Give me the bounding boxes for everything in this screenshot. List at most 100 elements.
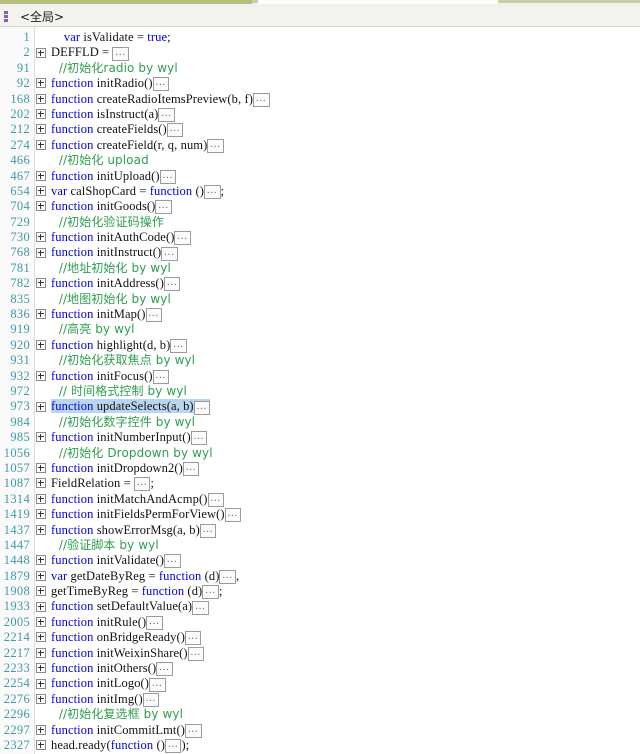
code-line[interactable]: function initFocus()... (48, 369, 640, 384)
collapsed-block-placeholder[interactable]: ... (207, 138, 224, 153)
fold-expand-icon[interactable] (35, 369, 48, 384)
code-line[interactable]: function initUpload()... (48, 169, 640, 184)
fold-expand-icon[interactable] (35, 692, 48, 707)
code-line[interactable]: //验证脚本 by wyl (48, 538, 640, 553)
collapsed-block-placeholder[interactable]: ... (164, 739, 182, 754)
collapsed-block-placeholder[interactable]: ... (164, 554, 181, 569)
fold-expand-icon[interactable] (35, 230, 48, 245)
code-line[interactable]: function initOthers()... (48, 661, 640, 677)
code-line[interactable]: function initNumberInput()... (48, 430, 640, 446)
fold-expand-icon[interactable] (35, 122, 48, 137)
code-line[interactable]: function updateSelects(a, b)... (48, 399, 640, 415)
code-line[interactable]: function initRule()... (48, 615, 640, 630)
fold-expand-icon[interactable] (35, 430, 48, 445)
code-line[interactable]: function createField(r, q, num)... (48, 138, 640, 153)
code-line[interactable]: function initImg()... (48, 692, 640, 707)
fold-expand-icon[interactable] (35, 476, 48, 491)
fold-expand-icon[interactable] (35, 523, 48, 538)
collapsed-block-placeholder[interactable]: ... (170, 338, 187, 353)
code-line[interactable]: //高亮 by wyl (48, 322, 640, 337)
collapsed-block-placeholder[interactable]: ... (152, 77, 170, 92)
collapsed-block-placeholder[interactable]: ... (145, 308, 163, 323)
collapsed-block-placeholder[interactable]: ... (133, 477, 151, 492)
code-line[interactable]: //地图初始化 by wyl (48, 292, 640, 307)
code-line[interactable]: function createFields()... (48, 122, 640, 138)
fold-expand-icon[interactable] (35, 138, 48, 153)
code-line[interactable]: //初始化 upload (48, 153, 640, 168)
collapsed-block-placeholder[interactable]: ... (112, 46, 129, 61)
code-line[interactable]: head.ready(function ()...); (48, 738, 640, 754)
fold-expand-icon[interactable] (35, 492, 48, 507)
code-line[interactable]: function highlight(d, b)... (48, 338, 640, 353)
collapsed-block-placeholder[interactable]: ... (224, 508, 242, 523)
scope-selector-bar[interactable]: <全局> (0, 7, 640, 27)
collapsed-block-placeholder[interactable]: ... (155, 200, 172, 215)
code-line[interactable]: function initValidate()... (48, 553, 640, 569)
code-line[interactable]: function setDefaultValue(a)... (48, 599, 640, 615)
code-editor-area[interactable]: 1 2 91 92 168 202 212 274 466 467 654 704 729 730 768 7… (0, 27, 640, 754)
collapsed-block-placeholder[interactable]: ... (163, 277, 181, 292)
code-line[interactable]: function initFieldsPermForView()... (48, 507, 640, 523)
fold-expand-icon[interactable] (35, 92, 48, 107)
fold-expand-icon[interactable] (35, 107, 48, 122)
collapsed-block-placeholder[interactable]: ... (146, 615, 163, 630)
fold-expand-icon[interactable] (35, 584, 48, 599)
collapsed-block-placeholder[interactable]: ... (207, 492, 224, 507)
code-line[interactable]: var calShopCard = function ()...; (48, 184, 640, 200)
fold-expand-icon[interactable] (35, 738, 48, 753)
code-line[interactable]: // 时间格式控制 by wyl (48, 384, 640, 399)
collapsed-block-placeholder[interactable]: ... (149, 677, 166, 692)
code-line[interactable]: getTimeByReg = function (d)...; (48, 584, 640, 600)
fold-expand-icon[interactable] (35, 184, 48, 199)
code-line[interactable]: function showErrorMsg(a, b)... (48, 523, 640, 538)
collapsed-block-placeholder[interactable]: ... (159, 169, 177, 184)
fold-expand-icon[interactable] (35, 630, 48, 645)
collapsed-block-placeholder[interactable]: ... (185, 723, 202, 738)
collapsed-block-placeholder[interactable]: ... (152, 369, 170, 384)
fold-expand-icon[interactable] (35, 569, 48, 584)
code-line[interactable]: function onBridgeReady()... (48, 630, 640, 646)
collapsed-block-placeholder[interactable]: ... (219, 569, 236, 584)
fold-expand-icon[interactable] (35, 199, 48, 214)
fold-expand-icon[interactable] (35, 399, 48, 414)
fold-expand-icon[interactable] (35, 723, 48, 738)
fold-expand-icon[interactable] (35, 461, 48, 476)
collapsed-block-placeholder[interactable]: ... (184, 631, 202, 646)
code-line[interactable]: //初始化 Dropdown by wyl (48, 446, 640, 461)
code-line[interactable]: DEFFLD = ... (48, 45, 640, 61)
collapsed-block-placeholder[interactable]: ... (182, 462, 200, 477)
collapsed-block-placeholder[interactable]: ... (253, 92, 270, 107)
code-line[interactable]: function initAuthCode()... (48, 230, 640, 246)
fold-expand-icon[interactable] (35, 599, 48, 614)
code-line[interactable]: //初始化验证码操作 (48, 215, 640, 230)
code-line[interactable]: FieldRelation = ...; (48, 476, 640, 492)
fold-expand-icon[interactable] (35, 615, 48, 630)
fold-expand-icon[interactable] (35, 276, 48, 291)
collapsed-block-placeholder[interactable]: ... (193, 400, 211, 415)
collapsed-block-placeholder[interactable]: ... (142, 692, 160, 707)
code-line[interactable]: //地址初始化 by wyl (48, 261, 640, 276)
collapsed-block-placeholder[interactable]: ... (161, 246, 178, 261)
code-line[interactable]: function initAddress()... (48, 276, 640, 292)
fold-marker-column[interactable] (35, 27, 48, 754)
collapsed-block-placeholder[interactable]: ... (174, 231, 191, 246)
fold-expand-icon[interactable] (35, 245, 48, 260)
fold-expand-icon[interactable] (35, 45, 48, 60)
code-line[interactable]: function initWeixinShare()... (48, 646, 640, 661)
code-line[interactable]: //初始化复选框 by wyl (48, 707, 640, 722)
fold-expand-icon[interactable] (35, 553, 48, 568)
code-line[interactable]: function initRadio()... (48, 76, 640, 92)
code-line[interactable]: function initGoods()... (48, 199, 640, 215)
collapsed-block-placeholder[interactable]: ... (166, 123, 184, 138)
fold-expand-icon[interactable] (35, 661, 48, 676)
fold-expand-icon[interactable] (35, 76, 48, 91)
collapsed-block-placeholder[interactable]: ... (202, 585, 219, 600)
fold-expand-icon[interactable] (35, 507, 48, 522)
collapsed-block-placeholder[interactable]: ... (204, 185, 221, 200)
code-line[interactable]: //初始化radio by wyl (48, 61, 640, 76)
collapsed-block-placeholder[interactable]: ... (156, 662, 173, 677)
collapsed-block-placeholder[interactable]: ... (199, 523, 217, 538)
code-line[interactable]: function initDropdown2()... (48, 461, 640, 477)
code-text-column[interactable]: var isValidate = true; DEFFLD = ... //初始化… (48, 27, 640, 754)
code-line[interactable]: //初始化数字控件 by wyl (48, 415, 640, 430)
